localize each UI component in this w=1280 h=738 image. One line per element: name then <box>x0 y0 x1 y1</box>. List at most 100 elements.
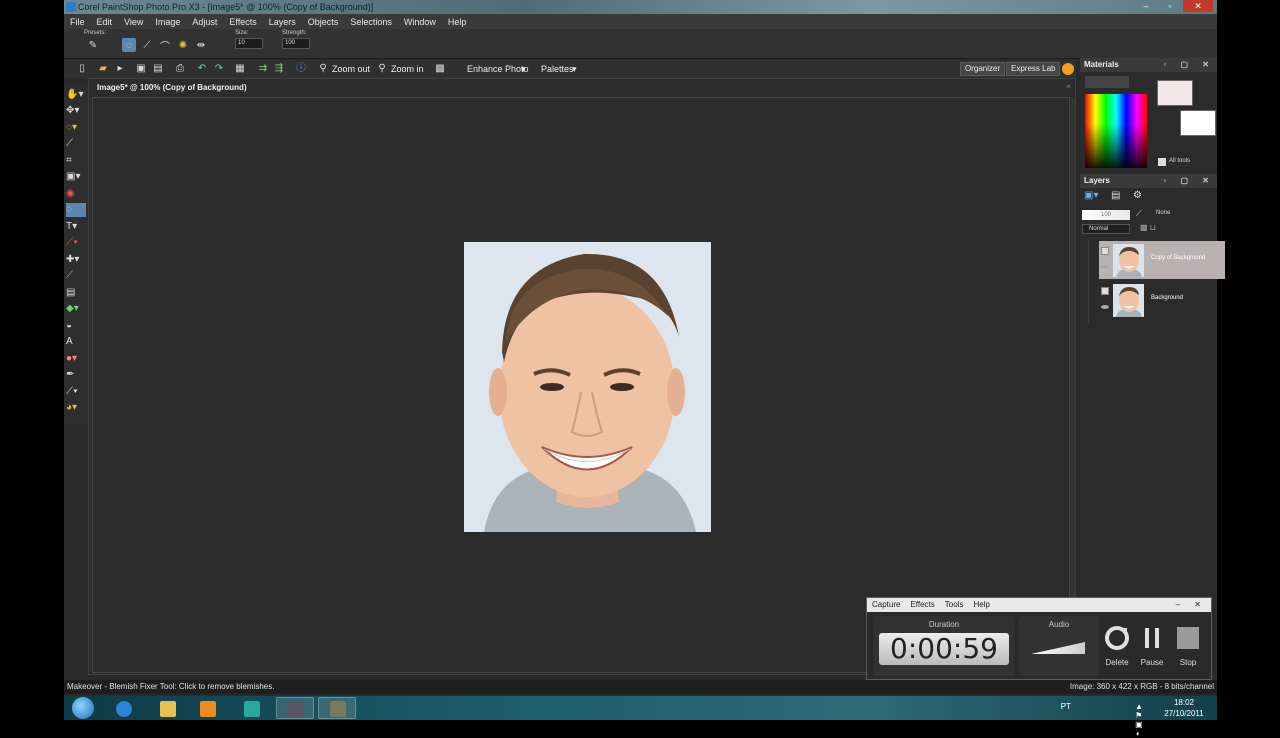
presets-dropdown-icon[interactable]: ✎ <box>86 38 100 52</box>
info-icon[interactable]: ⓘ <box>295 63 307 75</box>
blend-mode-select[interactable]: Normal <box>1082 224 1130 234</box>
pen-tool-icon[interactable]: ✒ <box>66 368 86 382</box>
enhance-photo-menu[interactable]: Enhance Photo <box>467 64 529 74</box>
paste-icon[interactable]: ▦ <box>234 63 246 75</box>
close-button[interactable]: ✕ <box>1183 0 1213 12</box>
eye-icon[interactable] <box>1101 305 1109 309</box>
clone-tool-icon[interactable]: ✚▾ <box>66 253 86 267</box>
scratch-remover-icon[interactable]: ⟋ <box>140 38 154 52</box>
start-button-icon[interactable] <box>72 697 94 719</box>
zoom-in-button[interactable]: Zoom in <box>391 64 424 74</box>
pause-button[interactable]: Pause <box>1132 616 1172 676</box>
redo-icon[interactable]: ↷ <box>213 63 225 75</box>
share-icon[interactable]: ⇶ <box>273 63 285 75</box>
background-swatch[interactable] <box>1180 110 1216 136</box>
materials-tabs[interactable] <box>1085 76 1129 88</box>
zoom-out-button[interactable]: Zoom out <box>332 64 370 74</box>
taskbar-ie[interactable] <box>104 697 142 719</box>
picture-tube-icon[interactable]: ◒ <box>66 319 86 333</box>
makeover-tool-icon[interactable]: ◌ <box>66 203 86 217</box>
import-icon[interactable]: ⇉ <box>257 63 269 75</box>
recorder-menu-effects[interactable]: Effects <box>910 598 934 612</box>
save-as-icon[interactable]: ▤ <box>152 63 164 75</box>
blemish-fixer-mode-icon[interactable]: ◌ <box>122 38 136 52</box>
document-tab[interactable]: Image5* @ 100% (Copy of Background) <box>91 81 253 95</box>
materials-panel-controls[interactable]: ▫ ▢ ✕ <box>1163 58 1215 72</box>
new-file-icon[interactable]: ▯ <box>76 63 88 75</box>
document-close-icon[interactable]: × <box>1066 82 1071 91</box>
warp-tool-icon[interactable]: ⟋▾ <box>66 385 86 399</box>
menu-adjust[interactable]: Adjust <box>192 17 217 27</box>
clock[interactable]: 18:02 27/10/2011 <box>1159 697 1209 719</box>
taskbar-paintshop[interactable] <box>276 697 314 719</box>
smudge-tool-icon[interactable]: ▤ <box>66 286 86 300</box>
toothbrush-icon[interactable]: ⌒ <box>158 38 172 53</box>
palettes-menu[interactable]: Palettes <box>541 64 574 74</box>
recorder-menu-tools[interactable]: Tools <box>945 598 964 612</box>
language-indicator[interactable]: PT <box>1061 702 1071 711</box>
all-tools-checkbox[interactable] <box>1158 158 1166 166</box>
tray-icons[interactable]: ▲ ⚑ ▣ ◖ <box>1135 702 1151 738</box>
lasso-tool-icon[interactable]: ◌▾ <box>66 121 86 135</box>
print-icon[interactable]: ⎙ <box>174 63 186 75</box>
dropper-tool-icon[interactable]: ⟋ <box>66 137 86 151</box>
learning-center-icon[interactable] <box>1062 63 1074 75</box>
minimize-button[interactable]: – <box>1135 0 1157 12</box>
menu-effects[interactable]: Effects <box>229 17 256 27</box>
lock-transparency-icon[interactable]: ▩ ⊔ <box>1140 223 1156 232</box>
text-a-tool-icon[interactable]: A <box>66 335 86 349</box>
layer-visibility-icon[interactable] <box>1101 247 1109 255</box>
menu-file[interactable]: File <box>70 17 85 27</box>
delete-button[interactable]: Delete <box>1097 616 1137 676</box>
suntan-icon[interactable]: ✺ <box>176 38 190 52</box>
oil-brush-icon[interactable]: ◕▾ <box>66 401 86 415</box>
move-tool-icon[interactable]: ✥▾ <box>66 104 86 118</box>
mask-mode[interactable]: None <box>1156 210 1170 216</box>
express-lab-button[interactable]: Express Lab <box>1006 62 1061 76</box>
size-field[interactable]: 10 <box>235 38 263 49</box>
menu-image[interactable]: Image <box>155 17 180 27</box>
menu-edit[interactable]: Edit <box>97 17 113 27</box>
maximize-button[interactable]: ▫ <box>1159 0 1181 12</box>
layer-row[interactable]: Background <box>1099 281 1225 319</box>
foreground-swatch[interactable] <box>1157 80 1193 106</box>
layer-row[interactable]: Copy of Background <box>1099 241 1225 279</box>
save-icon[interactable]: ▣ <box>135 63 147 75</box>
zoom-in-icon[interactable]: ⚲ <box>376 63 388 75</box>
color-spectrum[interactable] <box>1085 94 1147 168</box>
layer-visibility-icon[interactable] <box>1101 287 1109 295</box>
taskbar-recorder[interactable] <box>318 697 356 719</box>
strength-field[interactable]: 100 <box>282 38 310 49</box>
taskbar-explorer[interactable] <box>148 697 186 719</box>
menu-objects[interactable]: Objects <box>308 17 339 27</box>
delete-layer-icon[interactable]: ⚙ <box>1133 190 1142 201</box>
crop-tool-icon[interactable]: ⌗ <box>66 154 86 168</box>
duplicate-layer-icon[interactable]: ▤ <box>1111 190 1120 201</box>
pan-tool-icon[interactable]: ✋▾ <box>66 88 86 102</box>
taskbar-media-player[interactable] <box>188 697 226 719</box>
undo-icon[interactable]: ↶ <box>196 63 208 75</box>
open-file-icon[interactable]: ▰ <box>97 63 109 75</box>
menu-help[interactable]: Help <box>448 17 467 27</box>
recorder-menu-help[interactable]: Help <box>973 598 989 612</box>
taskbar-app[interactable] <box>232 697 270 719</box>
new-layer-icon[interactable]: ▣▾ <box>1084 190 1098 201</box>
document-scrollbar[interactable] <box>1071 97 1075 673</box>
document-canvas[interactable] <box>92 97 1070 673</box>
palettes-chevron-icon[interactable]: ▾ <box>572 64 577 75</box>
red-eye-tool-icon[interactable]: ◉ <box>66 187 86 201</box>
menu-view[interactable]: View <box>124 17 143 27</box>
browse-icon[interactable]: ▸ <box>114 63 126 75</box>
text-tool-icon[interactable]: T▾ <box>66 220 86 234</box>
menu-selections[interactable]: Selections <box>350 17 392 27</box>
portrait-photo[interactable] <box>464 242 711 532</box>
thinify-icon[interactable]: ⇹ <box>194 38 208 52</box>
menu-window[interactable]: Window <box>404 17 436 27</box>
organizer-button[interactable]: Organizer <box>960 62 1006 76</box>
eye-icon[interactable] <box>1101 265 1109 269</box>
shape-tool-icon[interactable]: ●▾ <box>66 352 86 366</box>
zoom-out-icon[interactable]: ⚲ <box>317 63 329 75</box>
fill-tool-icon[interactable]: ◆▾ <box>66 302 86 316</box>
recorder-menu-capture[interactable]: Capture <box>872 598 900 612</box>
screen-capture-icon[interactable]: ▩ <box>434 63 446 75</box>
